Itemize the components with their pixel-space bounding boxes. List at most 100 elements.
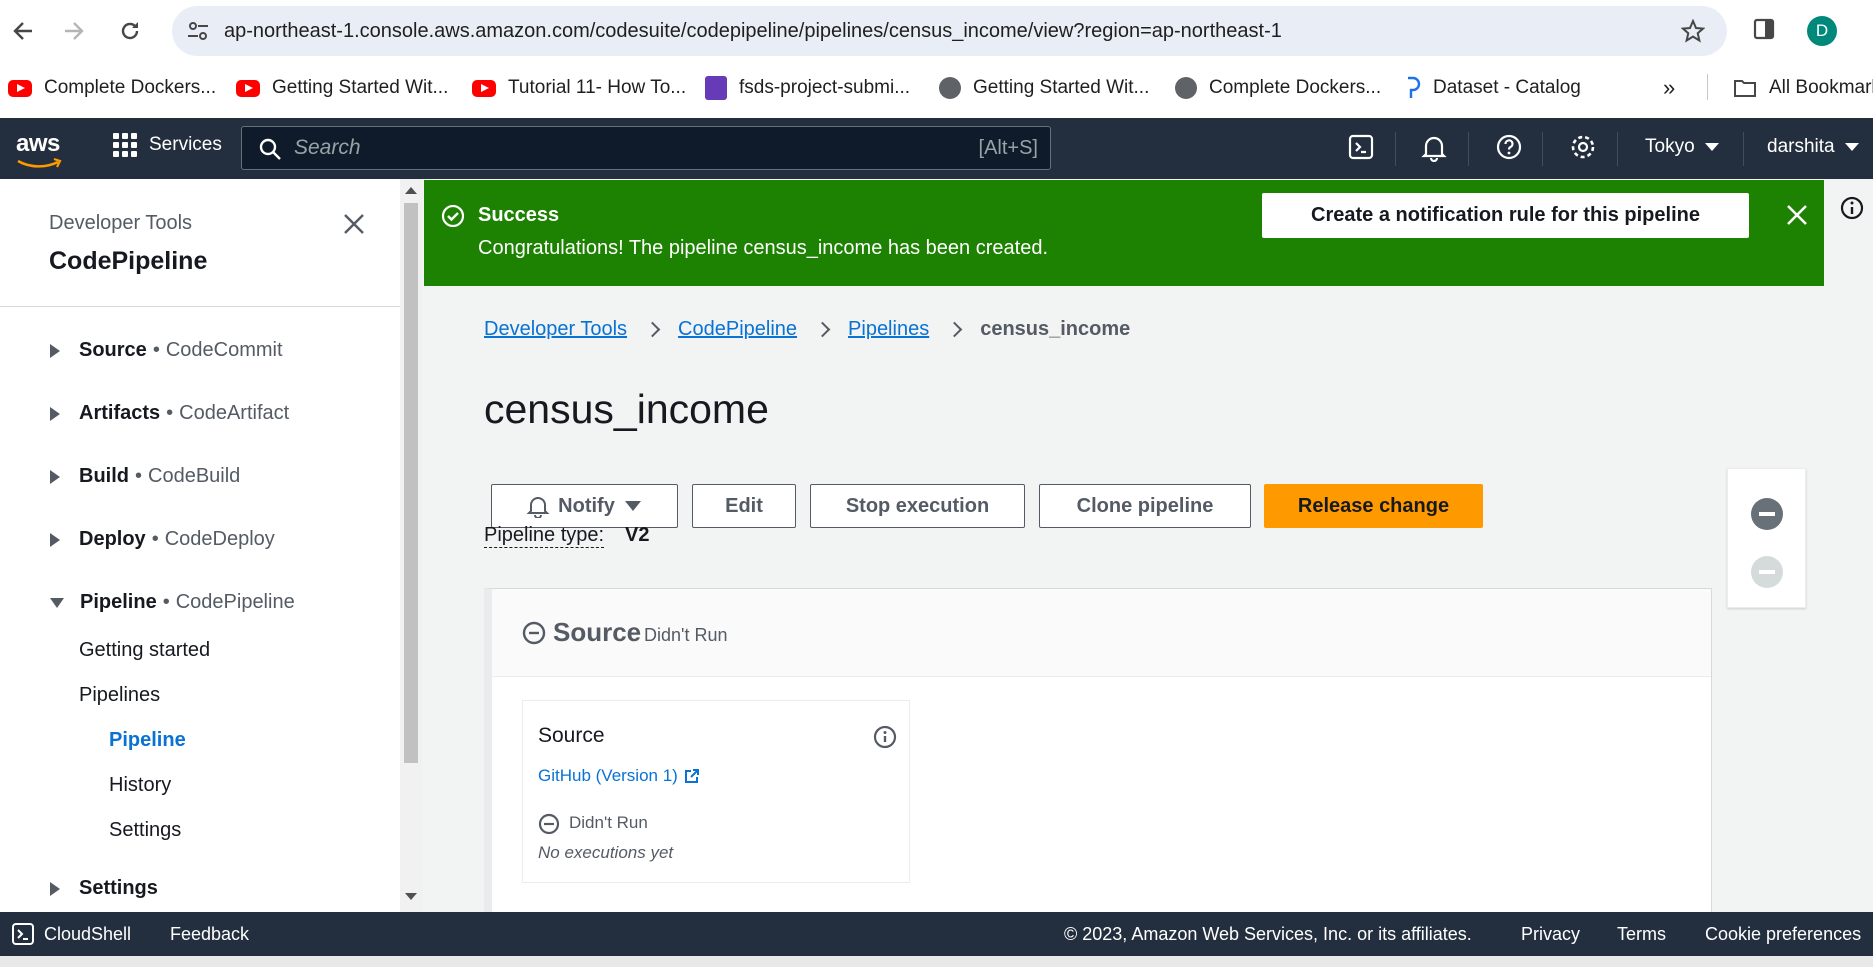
sidebar-item-settings[interactable]: Settings xyxy=(109,819,181,842)
region-selector[interactable]: Tokyo xyxy=(1645,136,1719,158)
sidebar-title[interactable]: CodePipeline xyxy=(49,247,207,276)
sidebar-section-pipeline[interactable]: Pipeline • CodePipeline xyxy=(50,591,295,614)
reload-icon xyxy=(121,22,139,40)
stage-name: Source xyxy=(553,617,642,647)
flash-title: Success xyxy=(478,204,560,226)
forward-button[interactable] xyxy=(55,12,93,50)
more-bookmarks-button[interactable]: » xyxy=(1663,74,1675,102)
help-icon[interactable] xyxy=(1496,134,1522,160)
action-title: Source xyxy=(538,724,605,747)
account-menu[interactable]: darshita xyxy=(1767,136,1859,158)
aws-smile-icon xyxy=(17,158,62,168)
services-grid-icon xyxy=(113,133,137,157)
pipeline-stage: Source Didn't Run Source GitHub (Version… xyxy=(484,588,1712,918)
sidebar-item-getting-started[interactable]: Getting started xyxy=(79,639,210,662)
bookmark-item[interactable]: Dataset - Catalog xyxy=(1405,74,1581,102)
sidebar-item-history[interactable]: History xyxy=(109,774,171,797)
create-notification-rule-button[interactable]: Create a notification rule for this pipe… xyxy=(1262,193,1749,238)
caret-down-icon xyxy=(1844,143,1859,151)
cloudshell-button[interactable]: CloudShell xyxy=(12,923,131,945)
bookmark-item[interactable]: Getting Started Wit... xyxy=(236,74,448,102)
stop-execution-button[interactable]: Stop execution xyxy=(810,484,1025,528)
url-text[interactable]: ap-northeast-1.console.aws.amazon.com/co… xyxy=(224,20,1282,43)
success-flashbar: Success Congratulations! The pipeline ce… xyxy=(424,180,1824,286)
header-divider xyxy=(1542,132,1543,166)
back-button[interactable] xyxy=(4,12,42,50)
sidebar-scrollbar[interactable] xyxy=(400,179,422,912)
edit-button[interactable]: Edit xyxy=(692,484,796,528)
close-icon[interactable] xyxy=(1786,204,1808,226)
didnt-run-icon xyxy=(538,813,560,835)
release-change-button[interactable]: Release change xyxy=(1264,484,1483,528)
reload-button[interactable] xyxy=(111,12,149,50)
action-provider-link[interactable]: GitHub (Version 1) xyxy=(538,766,700,786)
info-icon[interactable] xyxy=(1840,196,1864,220)
search-shortcut-hint: [Alt+S] xyxy=(978,137,1038,159)
settings-gear-icon[interactable] xyxy=(1570,134,1596,160)
folder-icon xyxy=(1734,80,1756,97)
search-bar[interactable]: [Alt+S] xyxy=(241,126,1051,170)
zoom-out-icon[interactable] xyxy=(1750,497,1784,531)
notifications-bell-icon[interactable] xyxy=(1421,134,1447,162)
youtube-icon xyxy=(236,79,260,97)
feedback-button[interactable]: Feedback xyxy=(170,924,249,945)
info-icon[interactable] xyxy=(873,725,897,749)
scroll-up-icon[interactable] xyxy=(405,187,417,194)
scroll-down-icon[interactable] xyxy=(405,893,417,900)
stage-header: Source Didn't Run xyxy=(492,589,1711,677)
side-panel-icon[interactable] xyxy=(1753,18,1775,40)
cloudshell-icon[interactable] xyxy=(1348,134,1374,160)
console-footer: CloudShell Feedback © 2023, Amazon Web S… xyxy=(0,912,1873,956)
header-divider xyxy=(1395,132,1396,166)
pipeline-type-value: V2 xyxy=(625,524,650,546)
terms-link[interactable]: Terms xyxy=(1617,924,1666,945)
sidebar-section-source[interactable]: Source • CodeCommit xyxy=(50,339,283,362)
caret-right-icon xyxy=(50,881,60,896)
sidebar-eyebrow[interactable]: Developer Tools xyxy=(49,212,192,235)
services-menu-button[interactable]: Services xyxy=(113,133,222,157)
breadcrumb-link-developer-tools[interactable]: Developer Tools xyxy=(484,318,627,341)
bookmark-item[interactable]: Complete Dockers... xyxy=(1175,74,1381,102)
bookmark-item[interactable]: Tutorial 11- How To... xyxy=(472,74,686,102)
breadcrumb-link-codepipeline[interactable]: CodePipeline xyxy=(678,318,797,341)
sidebar-section-deploy[interactable]: Deploy • CodeDeploy xyxy=(50,528,275,551)
cookie-preferences-link[interactable]: Cookie preferences xyxy=(1705,924,1861,945)
notify-button[interactable]: Notify xyxy=(491,484,678,528)
didnt-run-icon xyxy=(522,621,546,645)
bookmark-item[interactable]: fsds-project-submi... xyxy=(705,74,910,102)
sidebar-divider xyxy=(0,306,400,307)
chevron-right-icon xyxy=(814,321,831,338)
address-bar[interactable]: ap-northeast-1.console.aws.amazon.com/co… xyxy=(172,6,1727,56)
youtube-icon xyxy=(8,79,32,97)
sidebar-section-artifacts[interactable]: Artifacts • CodeArtifact xyxy=(50,402,289,425)
scrollbar-thumb[interactable] xyxy=(404,203,418,763)
globe-icon xyxy=(939,77,961,99)
side-navigation: Developer Tools CodePipeline Source • Code… xyxy=(0,179,400,912)
zoom-out-disabled-icon[interactable] xyxy=(1750,555,1784,589)
aws-logo[interactable]: aws xyxy=(16,130,60,158)
breadcrumb-link-pipelines[interactable]: Pipelines xyxy=(848,318,929,341)
aws-console-header: aws Services [Alt+S] Tokyo darshita xyxy=(0,118,1873,179)
search-input[interactable] xyxy=(294,133,894,163)
action-status: Didn't Run xyxy=(569,813,648,832)
caret-down-icon xyxy=(1704,143,1719,151)
sidebar-item-pipeline[interactable]: Pipeline xyxy=(109,729,186,752)
bookmark-item[interactable]: Getting Started Wit... xyxy=(939,74,1149,102)
caret-right-icon xyxy=(50,343,60,358)
clone-pipeline-button[interactable]: Clone pipeline xyxy=(1039,484,1251,528)
bookmark-item[interactable]: Complete Dockers... xyxy=(8,74,216,102)
sidebar-item-pipelines[interactable]: Pipelines xyxy=(79,684,160,707)
all-bookmarks-folder[interactable]: All Bookmarks xyxy=(1733,74,1873,102)
pipeline-type-label[interactable]: Pipeline type: xyxy=(484,524,605,548)
zoom-controls xyxy=(1727,468,1806,608)
site-settings-icon[interactable] xyxy=(186,19,210,43)
close-icon[interactable] xyxy=(342,212,366,236)
privacy-link[interactable]: Privacy xyxy=(1521,924,1580,945)
caret-down-icon xyxy=(50,597,64,608)
copyright-text: © 2023, Amazon Web Services, Inc. or its… xyxy=(1064,924,1472,944)
action-note: No executions yet xyxy=(538,843,674,862)
sidebar-section-settings[interactable]: Settings xyxy=(50,877,158,900)
profile-avatar[interactable]: D xyxy=(1807,16,1837,46)
sidebar-section-build[interactable]: Build • CodeBuild xyxy=(50,465,240,488)
bookmark-star-icon[interactable] xyxy=(1681,19,1705,43)
